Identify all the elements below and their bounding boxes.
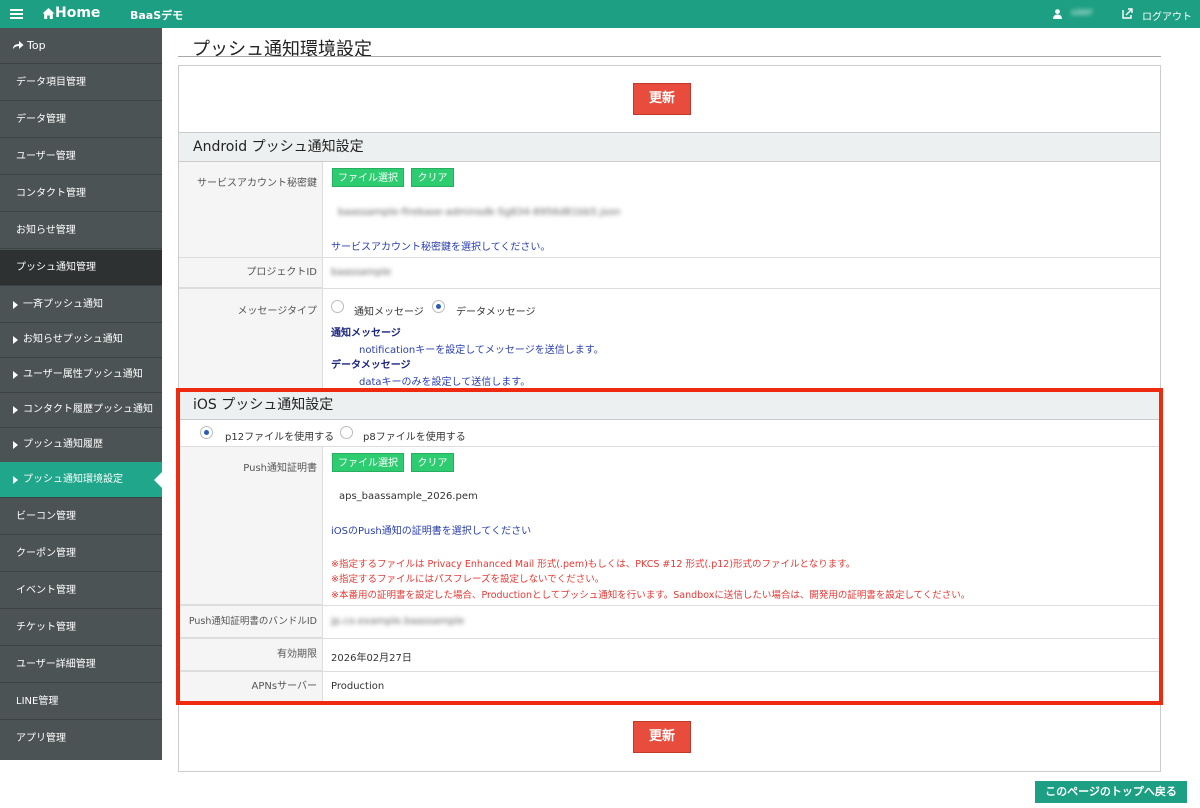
chevron-right-icon xyxy=(13,371,18,379)
sidebar-item-user-details[interactable]: ユーザー詳細管理 xyxy=(0,647,162,683)
active-indicator xyxy=(154,472,162,488)
page-title: プッシュ通知環境設定 xyxy=(192,39,372,60)
sidebar-item-label: コンタクト管理 xyxy=(16,188,86,199)
logout-icon[interactable] xyxy=(1122,8,1133,19)
user-name[interactable]: user xyxy=(1071,7,1093,18)
android-section-header: Android プッシュ通知設定 xyxy=(179,132,1160,162)
service-key-label: サービスアカウント秘密鍵 xyxy=(179,162,323,258)
sidebar-item-data-fields[interactable]: データ項目管理 xyxy=(0,65,162,101)
notification-message-heading: 通知メッセージ xyxy=(331,328,401,339)
home-icon[interactable] xyxy=(42,7,55,20)
sidebar-item-apps[interactable]: アプリ管理 xyxy=(0,721,162,760)
row-divider xyxy=(179,257,1160,258)
sidebar-item-coupons[interactable]: クーポン管理 xyxy=(0,536,162,572)
chevron-right-icon xyxy=(13,476,18,484)
user-icon xyxy=(1053,9,1062,19)
data-message-desc: dataキーのみを設定して送信します。 xyxy=(359,377,531,388)
sidebar-item-contact-history-push[interactable]: コンタクト履歴プッシュ通知 xyxy=(0,392,162,428)
sidebar-item-label: コンタクト履歴プッシュ通知 xyxy=(23,404,153,415)
update-button-bottom[interactable]: 更新 xyxy=(633,721,691,753)
chevron-right-icon xyxy=(13,301,18,309)
service-key-help: サービスアカウント秘密鍵を選択してください。 xyxy=(331,242,551,253)
sidebar-item-notices[interactable]: お知らせ管理 xyxy=(0,213,162,249)
sidebar-item-tickets[interactable]: チケット管理 xyxy=(0,610,162,646)
sidebar: Top データ項目管理 データ管理 ユーザー管理 コンタクト管理 お知らせ管理 … xyxy=(0,28,162,760)
top-bar: Home BaaSデモ user ログアウト xyxy=(0,0,1200,28)
sidebar-item-label: Top xyxy=(27,39,46,52)
notification-message-desc: notificationキーを設定してメッセージを送信します。 xyxy=(359,345,604,356)
share-arrow-icon xyxy=(13,41,24,49)
sidebar-item-push-settings[interactable]: プッシュ通知環境設定 xyxy=(0,462,162,498)
sidebar-item-line[interactable]: LINE管理 xyxy=(0,684,162,720)
back-to-top-button[interactable]: このページのトップへ戻る xyxy=(1035,781,1187,803)
sidebar-item-label: アプリ管理 xyxy=(16,733,66,744)
sidebar-item-label: クーポン管理 xyxy=(16,548,76,559)
row-divider xyxy=(179,288,1160,289)
option-data-label: データメッセージ xyxy=(456,307,536,318)
sidebar-item-label: プッシュ通知履歴 xyxy=(23,439,103,450)
sidebar-item-users[interactable]: ユーザー管理 xyxy=(0,139,162,175)
sidebar-item-events[interactable]: イベント管理 xyxy=(0,573,162,609)
android-file-select-button[interactable]: ファイル選択 xyxy=(332,168,404,187)
ios-highlight-box xyxy=(176,388,1163,705)
app-name: BaaSデモ xyxy=(130,9,184,22)
sidebar-item-label: LINE管理 xyxy=(16,696,59,707)
hamburger-menu-icon[interactable] xyxy=(10,9,23,20)
sidebar-item-label: お知らせプッシュ通知 xyxy=(23,334,123,345)
sidebar-item-label: 一斉プッシュ通知 xyxy=(23,299,103,310)
chevron-right-icon xyxy=(13,336,18,344)
sidebar-item-data[interactable]: データ管理 xyxy=(0,102,162,138)
option-notification-label: 通知メッセージ xyxy=(354,307,424,318)
sidebar-item-beacons[interactable]: ビーコン管理 xyxy=(0,499,162,535)
sidebar-item-label: ビーコン管理 xyxy=(16,511,76,522)
sidebar-item-attribute-push[interactable]: ユーザー属性プッシュ通知 xyxy=(0,357,162,393)
sidebar-item-push-history[interactable]: プッシュ通知履歴 xyxy=(0,427,162,463)
sidebar-item-label: イベント管理 xyxy=(16,585,76,596)
sidebar-item-label: データ管理 xyxy=(16,114,66,125)
sidebar-item-top[interactable]: Top xyxy=(0,28,162,64)
radio-notification-message[interactable] xyxy=(331,300,344,313)
sidebar-item-label: データ項目管理 xyxy=(16,77,86,88)
sidebar-item-label: お知らせ管理 xyxy=(16,225,76,236)
sidebar-item-label: プッシュ通知管理 xyxy=(16,262,96,273)
service-key-filename: baassample-firebase-adminsdk-5g834-8956d… xyxy=(338,207,621,218)
android-clear-button[interactable]: クリア xyxy=(411,168,454,187)
data-message-heading: データメッセージ xyxy=(331,360,411,371)
sidebar-item-contacts[interactable]: コンタクト管理 xyxy=(0,176,162,212)
sidebar-item-label: ユーザー詳細管理 xyxy=(16,659,96,670)
chevron-right-icon xyxy=(13,406,18,414)
sidebar-item-label: プッシュ通知環境設定 xyxy=(23,474,123,485)
sidebar-item-label: チケット管理 xyxy=(16,622,76,633)
sidebar-item-label: ユーザー属性プッシュ通知 xyxy=(23,369,143,380)
title-divider xyxy=(178,56,1161,57)
sidebar-item-label: ユーザー管理 xyxy=(16,151,76,162)
sidebar-item-notice-push[interactable]: お知らせプッシュ通知 xyxy=(0,322,162,358)
logout-link[interactable]: ログアウト xyxy=(1142,8,1192,23)
home-link[interactable]: Home xyxy=(55,5,100,21)
radio-data-message[interactable] xyxy=(432,300,445,313)
chevron-right-icon xyxy=(13,441,18,449)
update-button-top[interactable]: 更新 xyxy=(633,83,691,115)
message-type-label: メッセージタイプ xyxy=(179,289,323,390)
project-id-value: baassample xyxy=(331,267,392,278)
sidebar-item-push[interactable]: プッシュ通知管理 xyxy=(0,250,162,286)
sidebar-item-broadcast-push[interactable]: 一斉プッシュ通知 xyxy=(0,287,162,323)
project-id-label: プロジェクトID xyxy=(179,258,323,288)
